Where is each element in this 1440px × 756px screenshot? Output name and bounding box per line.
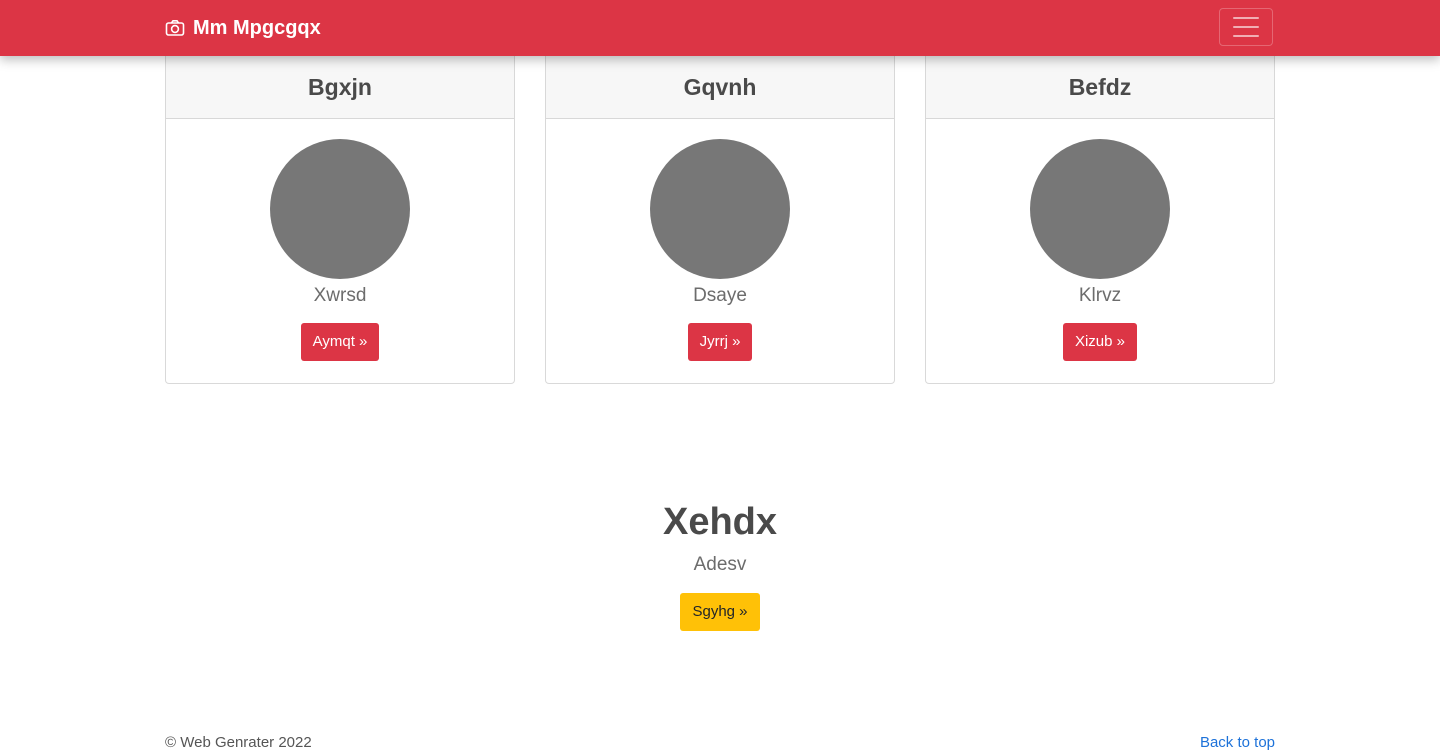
footer: © Web Genrater 2022 Back to top <box>165 734 1275 756</box>
card: Bgxjn Xwrsd Aymqt » <box>165 56 515 384</box>
card: Befdz Klrvz Xizub » <box>925 56 1275 384</box>
card-text: Xwrsd <box>313 285 367 306</box>
avatar <box>270 139 410 279</box>
jumbotron-lead: Adesv <box>693 554 747 575</box>
card-button[interactable]: Jyrrj » <box>687 323 753 361</box>
jumbotron-heading: Xehdx <box>662 501 778 543</box>
card: Gqvnh Dsaye Jyrrj » <box>545 56 895 384</box>
back-to-top-link[interactable]: Back to top <box>1200 734 1275 751</box>
hamburger-menu-icon <box>1233 17 1259 37</box>
copyright-text: © Web Genrater 2022 <box>165 734 312 751</box>
jumbotron-button[interactable]: Sgyhg » <box>680 593 760 631</box>
avatar <box>1030 139 1170 279</box>
card-title: Befdz <box>926 56 1274 119</box>
navbar: Mm Mpgcgqx <box>0 0 1440 56</box>
brand-link[interactable]: Mm Mpgcgqx <box>165 0 321 56</box>
avatar <box>650 139 790 279</box>
brand-name: Mm Mpgcgqx <box>193 16 321 39</box>
card-text: Dsaye <box>693 285 747 306</box>
card-button[interactable]: Aymqt » <box>300 323 380 361</box>
card-row: Bgxjn Xwrsd Aymqt » Gqvnh Dsaye Jyrrj » … <box>165 56 1275 384</box>
navbar-toggle-button[interactable] <box>1219 8 1273 46</box>
card-text: Klrvz <box>1078 285 1122 306</box>
card-title: Bgxjn <box>166 56 514 119</box>
card-button[interactable]: Xizub » <box>1062 323 1138 361</box>
jumbotron: Xehdx Adesv Sgyhg » <box>0 496 1440 631</box>
camera-icon <box>165 20 185 36</box>
card-title: Gqvnh <box>546 56 894 119</box>
